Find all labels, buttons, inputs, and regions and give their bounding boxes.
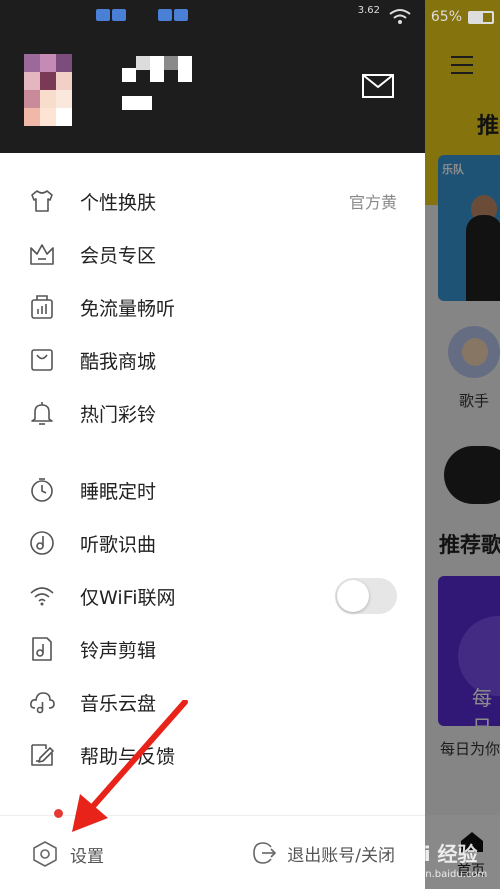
- menu-item-label: 酷我商城: [80, 350, 157, 373]
- menu-item-label: 个性换肤: [80, 191, 157, 214]
- menu-item-vip[interactable]: 会员专区: [0, 230, 425, 278]
- menu-item-label: 铃声剪辑: [80, 639, 157, 662]
- menu-item-sleep-timer[interactable]: 睡眠定时: [0, 466, 425, 514]
- watermark-text: Bai 经验: [395, 842, 478, 866]
- logout-close-button[interactable]: 退出账号/关闭: [251, 840, 395, 866]
- menu-item-wifi-only[interactable]: 仅WiFi联网: [0, 572, 425, 620]
- menu-item-ringtone-editor[interactable]: 铃声剪辑: [0, 625, 425, 673]
- annotation-arrow-icon: [72, 700, 188, 832]
- music-recognize-icon: [30, 531, 54, 555]
- username[interactable]: [122, 56, 197, 112]
- menu-item-free-data[interactable]: 免流量畅听: [0, 283, 425, 331]
- menu-item-label: 睡眠定时: [80, 480, 157, 503]
- menu-item-ringtone[interactable]: 热门彩铃: [0, 389, 425, 437]
- ringtone-edit-icon: [32, 637, 52, 661]
- menu-item-label: 免流量畅听: [80, 297, 176, 320]
- menu-item-skin[interactable]: 个性换肤 官方黄: [0, 177, 425, 225]
- network-speed: 3.62: [357, 5, 380, 16]
- wifi-status-icon: [389, 9, 411, 24]
- menu-item-label: 会员专区: [80, 244, 157, 267]
- menu-item-shop[interactable]: 酷我商城: [0, 336, 425, 384]
- avatar[interactable]: [24, 54, 72, 126]
- baidu-watermark: Bai 经验 jingyan.baidu.com: [395, 838, 487, 880]
- bell-icon: [31, 402, 53, 425]
- menu-item-label: 仅WiFi联网: [80, 586, 176, 609]
- battery-icon: [468, 11, 494, 24]
- timer-icon: [31, 478, 53, 502]
- status-bar: 3.62 65%: [0, 0, 500, 34]
- settings-label: 设置: [70, 846, 104, 867]
- logout-label: 退出账号/关闭: [287, 845, 395, 866]
- crown-icon: [30, 244, 54, 265]
- data-traffic-icon: [31, 295, 53, 319]
- watermark-sub: jingyan.baidu.com: [395, 869, 488, 880]
- skin-current-value: 官方黄: [348, 193, 397, 212]
- settings-button[interactable]: 设置: [32, 840, 104, 868]
- shop-bag-icon: [31, 349, 53, 371]
- menu-item-label: 听歌识曲: [80, 533, 157, 556]
- menu-item-music-recognition[interactable]: 听歌识曲: [0, 519, 425, 567]
- tshirt-icon: [31, 190, 53, 212]
- wifi-only-toggle[interactable]: [335, 578, 397, 614]
- settings-hexagon-icon: [33, 841, 57, 867]
- menu-item-label: 热门彩铃: [80, 403, 157, 426]
- notification-icons: [96, 9, 190, 25]
- logout-icon: [253, 842, 277, 864]
- mail-icon[interactable]: [362, 74, 394, 98]
- wifi-icon: [30, 587, 54, 606]
- battery-percent: 65%: [430, 9, 462, 25]
